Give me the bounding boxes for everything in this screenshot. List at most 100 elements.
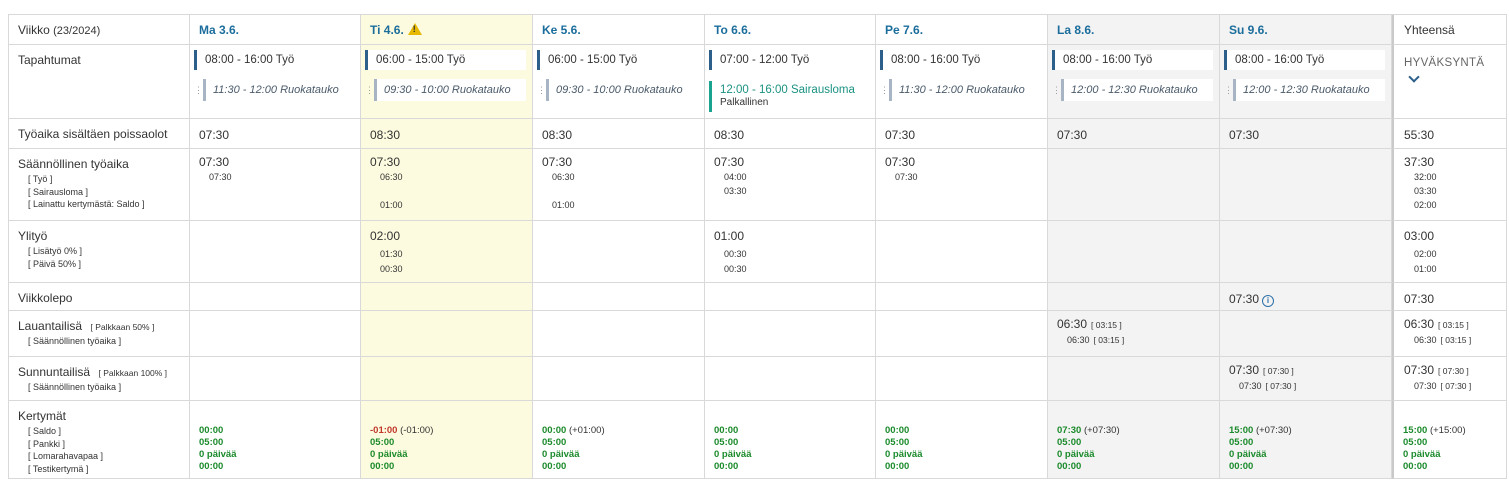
sunday-cell [361,357,533,401]
row-label-worktime: Työaika sisältäen poissaolot [9,119,190,149]
day-header[interactable]: Ke 5.6. [533,15,705,45]
work-event[interactable]: 08:00 - 16:00 Työ [1052,50,1213,70]
saturday-paid-value: [ 03:15 ] [1091,320,1122,330]
work-event[interactable]: 08:00 - 16:00 Työ [1224,50,1385,70]
sunday-sub-line [380,379,524,393]
saturday-cell [533,311,705,357]
day-name-link[interactable]: Ti 4.6. [370,23,404,37]
regular-sub-value [1067,169,1211,183]
accrual-testi: 00:00 [1057,461,1082,472]
regular-cell [1220,149,1392,221]
worktime-cell: 07:30 [876,119,1048,149]
accrual-saldo-delta: (+07:30) [1255,425,1292,436]
day-header[interactable]: La 8.6. [1048,15,1220,45]
row-label-text: Lauantailisä [18,319,83,333]
work-event[interactable]: 07:00 - 12:00 Työ [709,50,869,70]
row-sub-label: [ Päivä 50% ] [28,258,82,269]
accrual-testi: 00:00 [370,461,395,472]
day-header[interactable]: Pe 7.6. [876,15,1048,45]
regular-cell [1048,149,1220,221]
day-name-link[interactable]: Pe 7.6. [885,23,923,37]
weekrest-value: 07:30 [1229,292,1260,306]
row-label-overtime: Ylityö [ Lisätyö 0% ] [ Päivä 50% ] [9,221,190,283]
accrual-testi: 00:00 [1403,461,1428,472]
saturday-total: 06:30 [1404,317,1435,331]
saturday-total-line [542,317,696,333]
accruals-cell: 07:30 (+07:30) 05:00 0 päivää 00:00 [1048,401,1220,479]
row-label-weekrest: Viikkolepo [9,283,190,311]
day-name-link[interactable]: Su 9.6. [1229,23,1268,37]
info-icon[interactable]: i [1262,295,1275,307]
events-cell: 07:00 - 12:00 Työ 12:00 - 16:00 Sairauslo… [705,45,876,119]
saturday-cell [361,311,533,357]
accrual-values: 00:00 (+01:00) 05:00 0 päivää 00:00 [542,425,605,473]
break-event[interactable]: 12:00 - 12:30 Ruokatauko [1061,79,1213,101]
worktime-cell: 07:30 [1220,119,1392,149]
break-connector-icon: ⋮ [1052,85,1061,95]
overtime-sub-value [895,232,1039,247]
sunday-sub-line [724,379,867,393]
saturday-total-line [885,317,1039,333]
row-label-text: Viikkolepo [18,291,73,305]
day-header[interactable]: To 6.6. [705,15,876,45]
day-name-link[interactable]: La 8.6. [1057,23,1094,37]
sunday-paid-value: [ 07:30 ] [1438,366,1469,376]
worktime-value: 07:30 [1057,128,1088,142]
accrual-saldo-delta: (-01:00) [400,425,434,436]
day-header[interactable]: Ti 4.6. [361,15,533,45]
saturday-cell [876,311,1048,357]
week-label: Viikko [18,23,50,37]
break-event[interactable]: 09:30 - 10:00 Ruokatauko [374,79,526,101]
approval-cell[interactable]: HYVÄKSYNTÄ [1392,45,1507,119]
day-name-link[interactable]: Ke 5.6. [542,23,581,37]
saturday-sub-line [724,333,867,347]
saturday-total: 06:30 [1057,317,1088,331]
chevron-down-icon[interactable] [1408,71,1420,83]
sick-leave-event[interactable]: 12:00 - 16:00 Sairausloma Palkallinen [709,81,869,112]
day-header[interactable]: Ma 3.6. [190,15,361,45]
accrual-loma: 0 päivää [1057,449,1095,460]
row-sub-label: [ Säännöllinen työaika ] [28,382,122,392]
sunday-sub-value: 07:30 [1414,381,1437,391]
regular-sub-value: 06:30 [552,172,575,182]
work-event[interactable]: 08:00 - 16:00 Työ [194,50,354,70]
row-label-extra: [ Palkkaan 50% ] [90,322,155,332]
overtime-total: 02:00 [370,229,401,243]
row-sub-label: [ Sairausloma ] [28,186,89,197]
regular-sub-value: 01:00 [552,200,575,210]
day-name-link[interactable]: To 6.6. [714,23,751,37]
overtime-cell: 01:00 00:30 00:30 [705,221,876,283]
sunday-total-line: 07:30[ 07:30 ] [1229,363,1383,379]
accrual-pankki: 05:00 [1229,437,1254,448]
events-cell: 08:00 - 16:00 Työ ⋮ 11:30 - 12:00 Ruokatau… [876,45,1048,119]
work-event[interactable]: 08:00 - 16:00 Työ [880,50,1041,70]
overtime-sub-value [209,247,352,262]
regular-cell: 07:30 07:30 [876,149,1048,221]
sunday-total-line [1057,363,1211,379]
work-event[interactable]: 06:00 - 15:00 Työ [365,50,526,70]
saturday-paid-value: [ 03:15 ] [1438,320,1469,330]
approval-dropdown[interactable]: HYVÄKSYNTÄ [1404,56,1484,69]
overtime-cell: 03:00 02:00 01:00 [1392,221,1507,283]
saturday-total-line: 06:30[ 03:15 ] [1057,317,1211,333]
sunday-cell [705,357,876,401]
saturday-sub-line: 06:30[ 03:15 ] [1067,333,1211,347]
work-event[interactable]: 06:00 - 15:00 Työ [537,50,698,70]
break-event[interactable]: 12:00 - 12:30 Ruokatauko [1233,79,1385,101]
accrual-saldo-delta: (+01:00) [568,425,605,436]
sunday-cell [190,357,361,401]
day-name-link[interactable]: Ma 3.6. [199,23,239,37]
day-header[interactable]: Su 9.6. [1220,15,1392,45]
regular-sub-value: 32:00 [1414,172,1437,182]
accrual-loma: 0 päivää [1229,449,1267,460]
weekrest-cell [190,283,361,311]
sunday-sub-line: 07:30[ 07:30 ] [1414,379,1498,393]
break-event[interactable]: 11:30 - 12:00 Ruokatauko [889,79,1041,101]
overtime-cell [1048,221,1220,283]
regular-cell: 07:30 06:30 01:00 [533,149,705,221]
break-event[interactable]: 11:30 - 12:00 Ruokatauko [203,79,354,101]
sunday-sub-paid: [ 07:30 ] [1265,381,1297,391]
row-label-text: Ylityö [18,229,48,243]
break-event[interactable]: 09:30 - 10:00 Ruokatauko [546,79,698,101]
overtime-sub-value [1067,247,1211,262]
